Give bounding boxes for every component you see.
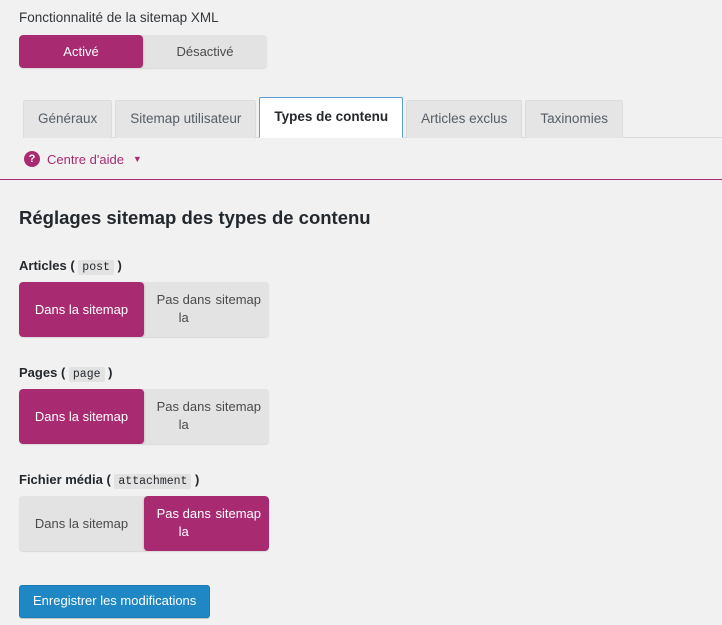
content-type-slug-post: post <box>78 260 114 275</box>
sitemap-toggle-group-post[interactable]: Dans la sitemap Pas dans la sitemap <box>19 282 269 337</box>
content-type-settings: Réglages sitemap des types de contenu Ar… <box>0 206 722 551</box>
content-type-label-post: Articles ( post ) <box>19 258 722 275</box>
content-type-name-page: Pages <box>19 365 58 380</box>
toggle-not-in-sitemap-attachment-line1: Pas dans la <box>156 506 211 539</box>
content-type-block-attachment: Fichier média ( attachment ) Dans la sit… <box>19 472 722 551</box>
toggle-not-in-sitemap-post-line1: Pas dans la <box>156 292 211 325</box>
toggle-not-in-sitemap-attachment[interactable]: Pas dans la sitemap <box>144 496 269 551</box>
question-mark-circle-icon: ? <box>24 151 40 167</box>
toggle-not-in-sitemap-page-line1: Pas dans la <box>156 399 211 432</box>
toggle-in-sitemap-post[interactable]: Dans la sitemap <box>19 282 144 337</box>
open-paren: ( <box>70 258 75 273</box>
tab-generaux[interactable]: Généraux <box>23 100 113 138</box>
sitemap-feature-toggle-group[interactable]: Activé Désactivé <box>19 35 267 68</box>
sitemap-toggle-group-attachment[interactable]: Dans la sitemap Pas dans la sitemap <box>19 496 269 551</box>
close-paren: ) <box>108 365 113 380</box>
page-title: Réglages sitemap des types de contenu <box>19 207 371 228</box>
content-type-name-post: Articles <box>19 258 67 273</box>
toggle-enabled-button[interactable]: Activé <box>19 35 143 68</box>
content-type-block-post: Articles ( post ) Dans la sitemap Pas da… <box>19 258 722 337</box>
toggle-in-sitemap-page[interactable]: Dans la sitemap <box>19 389 144 444</box>
form-actions: Enregistrer les modifications <box>0 551 722 618</box>
content-type-slug-attachment: attachment <box>114 474 192 489</box>
toggle-not-in-sitemap-page[interactable]: Pas dans la sitemap <box>144 389 269 444</box>
tab-taxinomies[interactable]: Taxinomies <box>525 100 623 138</box>
toggle-not-in-sitemap-post[interactable]: Pas dans la sitemap <box>144 282 269 337</box>
toggle-not-in-sitemap-attachment-line2: sitemap <box>215 506 261 521</box>
toggle-disabled-button[interactable]: Désactivé <box>143 35 267 68</box>
tab-articles-exclus[interactable]: Articles exclus <box>406 100 523 138</box>
chevron-down-icon[interactable]: ▼ <box>133 154 142 164</box>
close-paren: ) <box>117 258 122 273</box>
toggle-not-in-sitemap-page-line2: sitemap <box>215 399 261 414</box>
close-paren: ) <box>195 472 200 487</box>
toggle-in-sitemap-attachment[interactable]: Dans la sitemap <box>19 496 144 551</box>
content-type-label-page: Pages ( page ) <box>19 365 722 382</box>
open-paren: ( <box>60 365 66 380</box>
help-center-label[interactable]: Centre d'aide <box>47 152 124 167</box>
open-paren: ( <box>106 472 111 487</box>
content-type-slug-page: page <box>68 367 105 382</box>
tab-sitemap-utilisateur[interactable]: Sitemap utilisateur <box>115 100 257 138</box>
content-type-name-attachment: Fichier média <box>19 472 103 487</box>
sitemap-toggle-group-page[interactable]: Dans la sitemap Pas dans la sitemap <box>19 389 269 444</box>
feature-title: Fonctionnalité de la sitemap XML <box>19 10 219 25</box>
save-button[interactable]: Enregistrer les modifications <box>19 585 211 618</box>
toggle-not-in-sitemap-post-line2: sitemap <box>215 292 261 307</box>
content-type-label-attachment: Fichier média ( attachment ) <box>19 472 722 489</box>
content-type-block-page: Pages ( page ) Dans la sitemap Pas dans … <box>19 365 722 444</box>
settings-tab-bar: Généraux Sitemap utilisateur Types de co… <box>0 97 722 138</box>
tab-types-de-contenu[interactable]: Types de contenu <box>259 97 404 138</box>
section-divider <box>0 179 722 180</box>
sitemap-feature-block: Fonctionnalité de la sitemap XML Activé … <box>0 0 722 68</box>
help-center-row[interactable]: ? Centre d'aide ▼ <box>0 138 722 179</box>
